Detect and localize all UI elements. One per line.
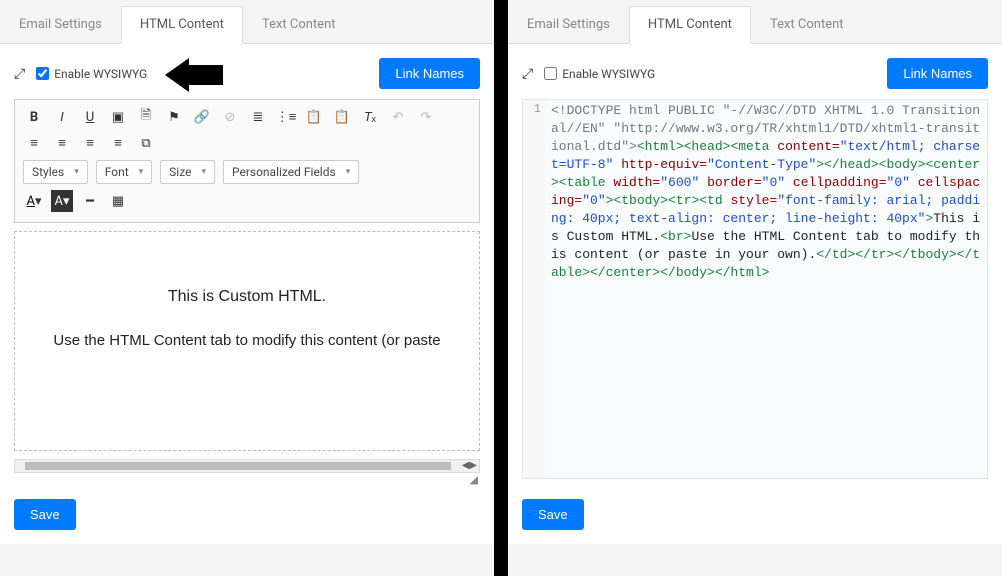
clear-format-icon[interactable]: Tₓ [359, 106, 381, 128]
code-content[interactable]: <!DOCTYPE html PUBLIC "-//W3C//DTD XHTML… [545, 100, 987, 478]
bg-color-icon[interactable]: A▾ [51, 190, 73, 212]
size-dropdown[interactable]: Size▾ [160, 160, 215, 184]
align-left-icon[interactable]: ≡ [23, 132, 45, 154]
link-names-button[interactable]: Link Names [379, 58, 480, 89]
bold-icon[interactable]: B [23, 106, 45, 128]
styles-dropdown[interactable]: Styles▾ [23, 160, 88, 184]
expand-icon[interactable]: ⤢ [14, 66, 25, 82]
italic-icon[interactable]: I [51, 106, 73, 128]
table-icon[interactable]: ▦ [107, 190, 129, 212]
save-button[interactable]: Save [14, 499, 76, 530]
unordered-list-icon[interactable]: ⋮≡ [275, 106, 297, 128]
wysiwyg-checkbox[interactable] [36, 67, 49, 80]
editor-line1: This is Custom HTML. [31, 288, 463, 306]
editor-line2: Use the HTML Content tab to modify this … [31, 332, 463, 349]
resize-handle[interactable]: ◢ [14, 473, 480, 486]
tab-email-settings-r[interactable]: Email Settings [508, 6, 629, 43]
wysiwyg-label-r: Enable WYSIWYG [562, 67, 655, 81]
align-justify-icon[interactable]: ≡ [107, 132, 129, 154]
hr-icon[interactable]: ━ [79, 190, 101, 212]
tab-email-settings[interactable]: Email Settings [0, 6, 121, 43]
editor-toolbar: B I U ▣ 🗎 ⚑ 🔗 ⊘ ≣ ⋮≡ 📋 📋 Tₓ ↶ ↷ [14, 99, 480, 223]
annotation-arrow [165, 58, 225, 93]
wysiwyg-checkbox-r[interactable] [544, 67, 557, 80]
tab-text-content[interactable]: Text Content [243, 6, 355, 43]
copy-icon[interactable]: ⧉ [135, 132, 157, 154]
tab-html-content-r[interactable]: HTML Content [629, 6, 751, 44]
image-icon[interactable]: ▣ [107, 106, 129, 128]
horizontal-scrollbar[interactable]: ◀▶ [14, 459, 480, 473]
undo-icon[interactable]: ↶ [387, 106, 409, 128]
code-editor[interactable]: 1 <!DOCTYPE html PUBLIC "-//W3C//DTD XHT… [522, 99, 988, 479]
tab-bar-right: Email Settings HTML Content Text Content [508, 6, 1002, 44]
save-button-r[interactable]: Save [522, 499, 584, 530]
align-center-icon[interactable]: ≡ [51, 132, 73, 154]
pane-divider [494, 0, 508, 576]
wysiwyg-label: Enable WYSIWYG [54, 67, 147, 81]
personalized-fields-dropdown[interactable]: Personalized Fields▾ [223, 160, 359, 184]
align-right-icon[interactable]: ≡ [79, 132, 101, 154]
enable-wysiwyg-toggle-r[interactable]: ⤢ Enable WYSIWYG [522, 66, 655, 82]
ordered-list-icon[interactable]: ≣ [247, 106, 269, 128]
link-icon[interactable]: 🔗 [191, 106, 213, 128]
redo-icon[interactable]: ↷ [415, 106, 437, 128]
tab-html-content[interactable]: HTML Content [121, 6, 243, 44]
link-names-button-r[interactable]: Link Names [887, 58, 988, 89]
enable-wysiwyg-toggle[interactable]: ⤢ Enable WYSIWYG [14, 66, 147, 82]
tab-text-content-r[interactable]: Text Content [751, 6, 863, 43]
pane-left: Email Settings HTML Content Text Content… [0, 0, 494, 576]
text-color-icon[interactable]: A▾ [23, 190, 45, 212]
flag-icon[interactable]: ⚑ [163, 106, 185, 128]
expand-icon-r[interactable]: ⤢ [522, 66, 533, 82]
paste-icon[interactable]: 📋 [303, 106, 325, 128]
tab-bar: Email Settings HTML Content Text Content [0, 6, 494, 44]
pane-right: Email Settings HTML Content Text Content… [508, 0, 1002, 576]
wysiwyg-editor[interactable]: This is Custom HTML. Use the HTML Conten… [14, 231, 480, 451]
code-gutter: 1 [523, 100, 545, 478]
paste-alt-icon[interactable]: 📋 [331, 106, 353, 128]
font-dropdown[interactable]: Font▾ [96, 160, 152, 184]
file-icon[interactable]: 🗎 [135, 106, 157, 128]
underline-icon[interactable]: U [79, 106, 101, 128]
unlink-icon[interactable]: ⊘ [219, 106, 241, 128]
